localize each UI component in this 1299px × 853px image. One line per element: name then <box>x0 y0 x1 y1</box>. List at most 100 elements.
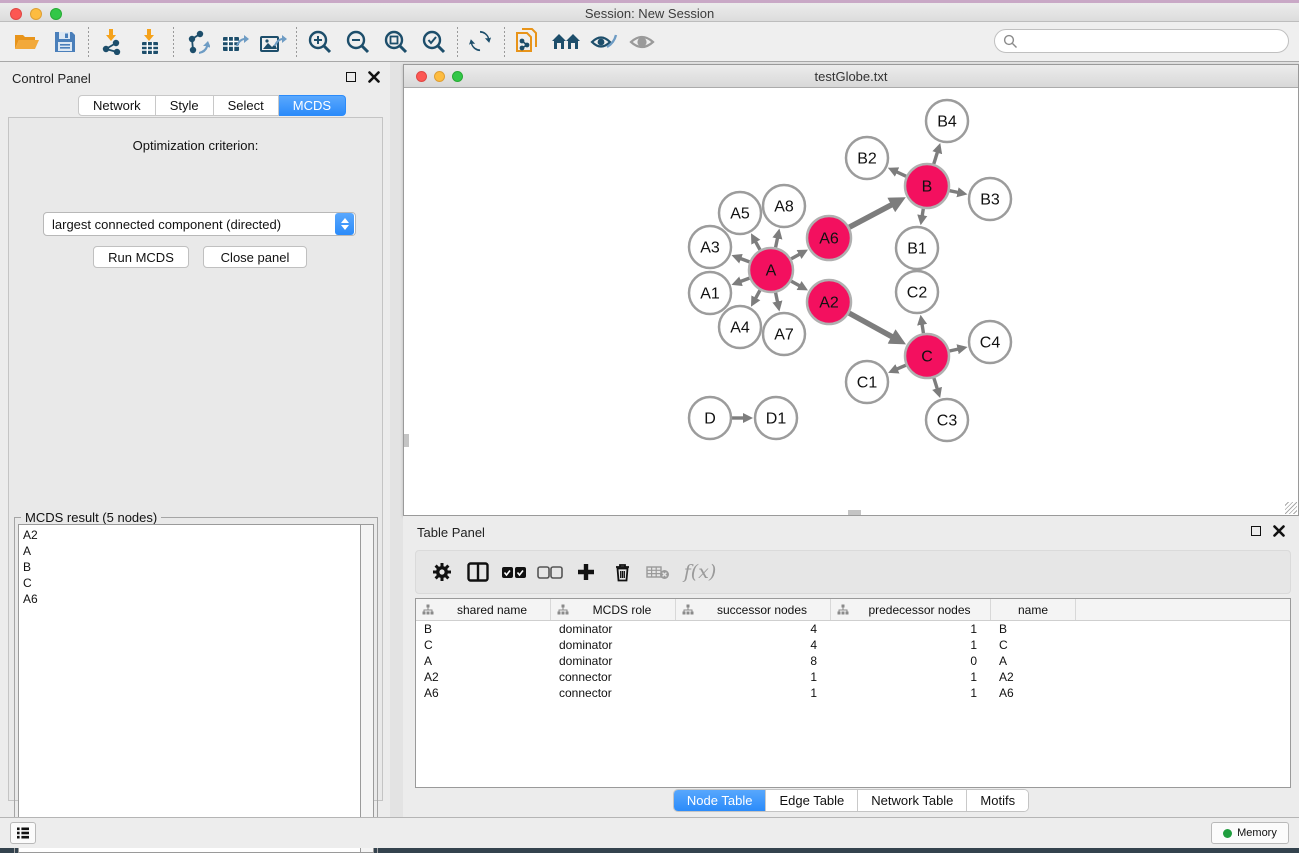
table-cell[interactable]: A6 <box>991 686 1076 700</box>
table-cell[interactable]: 1 <box>831 638 991 652</box>
result-scrollbar[interactable] <box>360 524 374 853</box>
table-cell[interactable]: 1 <box>676 686 831 700</box>
open-file-button[interactable] <box>8 25 46 59</box>
table-row[interactable]: A6connector11A6 <box>416 685 1290 701</box>
graph-edge-A-A4[interactable] <box>755 290 760 299</box>
table-settings-button[interactable] <box>424 555 460 589</box>
table-row[interactable]: Cdominator41C <box>416 637 1290 653</box>
table-cell[interactable]: A <box>991 654 1076 668</box>
graph-edge-A6-B[interactable] <box>849 204 892 227</box>
tab-network-table[interactable]: Network Table <box>857 790 966 811</box>
save-session-button[interactable] <box>46 25 84 59</box>
select-all-button[interactable] <box>496 555 532 589</box>
home-first-neighbors-button[interactable] <box>547 25 585 59</box>
table-row[interactable]: A2connector11A2 <box>416 669 1290 685</box>
graph-edge-A-A5[interactable] <box>755 241 760 250</box>
show-all-button[interactable] <box>623 25 661 59</box>
table-cell[interactable]: A6 <box>416 686 551 700</box>
graph-edge-A-A2[interactable] <box>791 281 800 286</box>
tab-network[interactable]: Network <box>78 95 156 116</box>
result-item[interactable]: A2 <box>23 527 360 543</box>
graph-edge-C-C3[interactable] <box>934 378 938 389</box>
table-cell[interactable]: 0 <box>831 654 991 668</box>
export-image-button[interactable] <box>254 25 292 59</box>
tab-style[interactable]: Style <box>156 95 214 116</box>
table-cell[interactable]: A <box>416 654 551 668</box>
table-cell[interactable]: B <box>416 622 551 636</box>
zoom-fit-button[interactable] <box>377 25 415 59</box>
result-item[interactable]: A <box>23 543 360 559</box>
tab-motifs[interactable]: Motifs <box>966 790 1028 811</box>
close-panel-button[interactable]: Close panel <box>203 246 307 268</box>
result-item[interactable]: C <box>23 575 360 591</box>
zoom-in-button[interactable] <box>301 25 339 59</box>
graph-edge-A-A1[interactable] <box>740 278 749 282</box>
graph-edge-A-A8[interactable] <box>776 238 778 248</box>
tab-mcds[interactable]: MCDS <box>279 95 346 116</box>
column-header-successor-nodes[interactable]: successor nodes <box>676 599 831 620</box>
close-panel-icon[interactable] <box>368 71 380 83</box>
zoom-selected-button[interactable] <box>415 25 453 59</box>
mcds-result-list[interactable]: A2ABCA6 <box>18 524 360 853</box>
column-header-predecessor-nodes[interactable]: predecessor nodes <box>831 599 991 620</box>
network-window-titlebar[interactable]: testGlobe.txt <box>404 65 1298 88</box>
new-network-from-selection-button[interactable] <box>509 25 547 59</box>
add-column-button[interactable] <box>568 555 604 589</box>
graph-edge-C-C2[interactable] <box>922 324 923 333</box>
table-cell[interactable]: dominator <box>551 622 676 636</box>
table-cell[interactable]: C <box>416 638 551 652</box>
run-mcds-button[interactable]: Run MCDS <box>93 246 189 268</box>
column-visibility-button[interactable] <box>460 555 496 589</box>
close-table-panel-icon[interactable] <box>1273 525 1285 537</box>
table-cell[interactable]: B <box>991 622 1076 636</box>
graph-edge-A2-C[interactable] <box>849 313 893 337</box>
graph-edge-A-A7[interactable] <box>776 293 778 303</box>
hide-selected-button[interactable] <box>585 25 623 59</box>
table-cell[interactable]: dominator <box>551 654 676 668</box>
horizontal-scroll-indicator[interactable] <box>848 510 861 515</box>
tab-node-table[interactable]: Node Table <box>674 790 766 811</box>
task-history-button[interactable] <box>10 822 36 844</box>
graph-edge-C-C1[interactable] <box>897 365 906 369</box>
table-row[interactable]: Bdominator41B <box>416 621 1290 637</box>
table-cell[interactable]: 1 <box>831 622 991 636</box>
result-item[interactable]: A6 <box>23 591 360 607</box>
table-cell[interactable]: dominator <box>551 638 676 652</box>
tab-select[interactable]: Select <box>214 95 279 116</box>
graph-edge-A-A3[interactable] <box>740 258 749 262</box>
clear-table-button[interactable] <box>640 555 676 589</box>
graph-edge-A-A6[interactable] <box>791 254 800 259</box>
table-cell[interactable]: A2 <box>416 670 551 684</box>
table-cell[interactable]: C <box>991 638 1076 652</box>
float-table-panel-icon[interactable] <box>1251 526 1261 536</box>
delete-column-button[interactable] <box>604 555 640 589</box>
graph-edge-B-B4[interactable] <box>934 152 938 164</box>
refresh-button[interactable] <box>462 25 500 59</box>
tab-edge-table[interactable]: Edge Table <box>765 790 857 811</box>
column-header-name[interactable]: name <box>991 599 1076 620</box>
zoom-out-button[interactable] <box>339 25 377 59</box>
column-header-MCDS-role[interactable]: MCDS role <box>551 599 676 620</box>
function-builder-button[interactable]: f(x) <box>676 555 724 589</box>
criterion-dropdown[interactable]: largest connected component (directed) <box>43 212 356 236</box>
table-cell[interactable]: 1 <box>676 670 831 684</box>
import-table-button[interactable] <box>131 25 169 59</box>
result-item[interactable]: B <box>23 559 360 575</box>
window-resize-grip[interactable] <box>1285 502 1297 514</box>
graph-edge-B-B1[interactable] <box>922 209 923 217</box>
graph-edge-C-C4[interactable] <box>949 349 958 351</box>
network-canvas[interactable]: B4B2BB3A8A5A6A3B1AA1C2A2A4A7C4CC1C3DD1 <box>404 88 1298 515</box>
import-network-button[interactable] <box>93 25 131 59</box>
table-cell[interactable]: 4 <box>676 638 831 652</box>
memory-button[interactable]: Memory <box>1211 822 1289 844</box>
column-header-shared-name[interactable]: shared name <box>416 599 551 620</box>
export-network-button[interactable] <box>178 25 216 59</box>
table-cell[interactable]: 8 <box>676 654 831 668</box>
table-cell[interactable]: 4 <box>676 622 831 636</box>
float-panel-icon[interactable] <box>346 72 356 82</box>
export-table-button[interactable] <box>216 25 254 59</box>
table-cell[interactable]: connector <box>551 686 676 700</box>
graph-edge-B-B3[interactable] <box>950 191 959 193</box>
table-cell[interactable]: 1 <box>831 686 991 700</box>
table-cell[interactable]: A2 <box>991 670 1076 684</box>
